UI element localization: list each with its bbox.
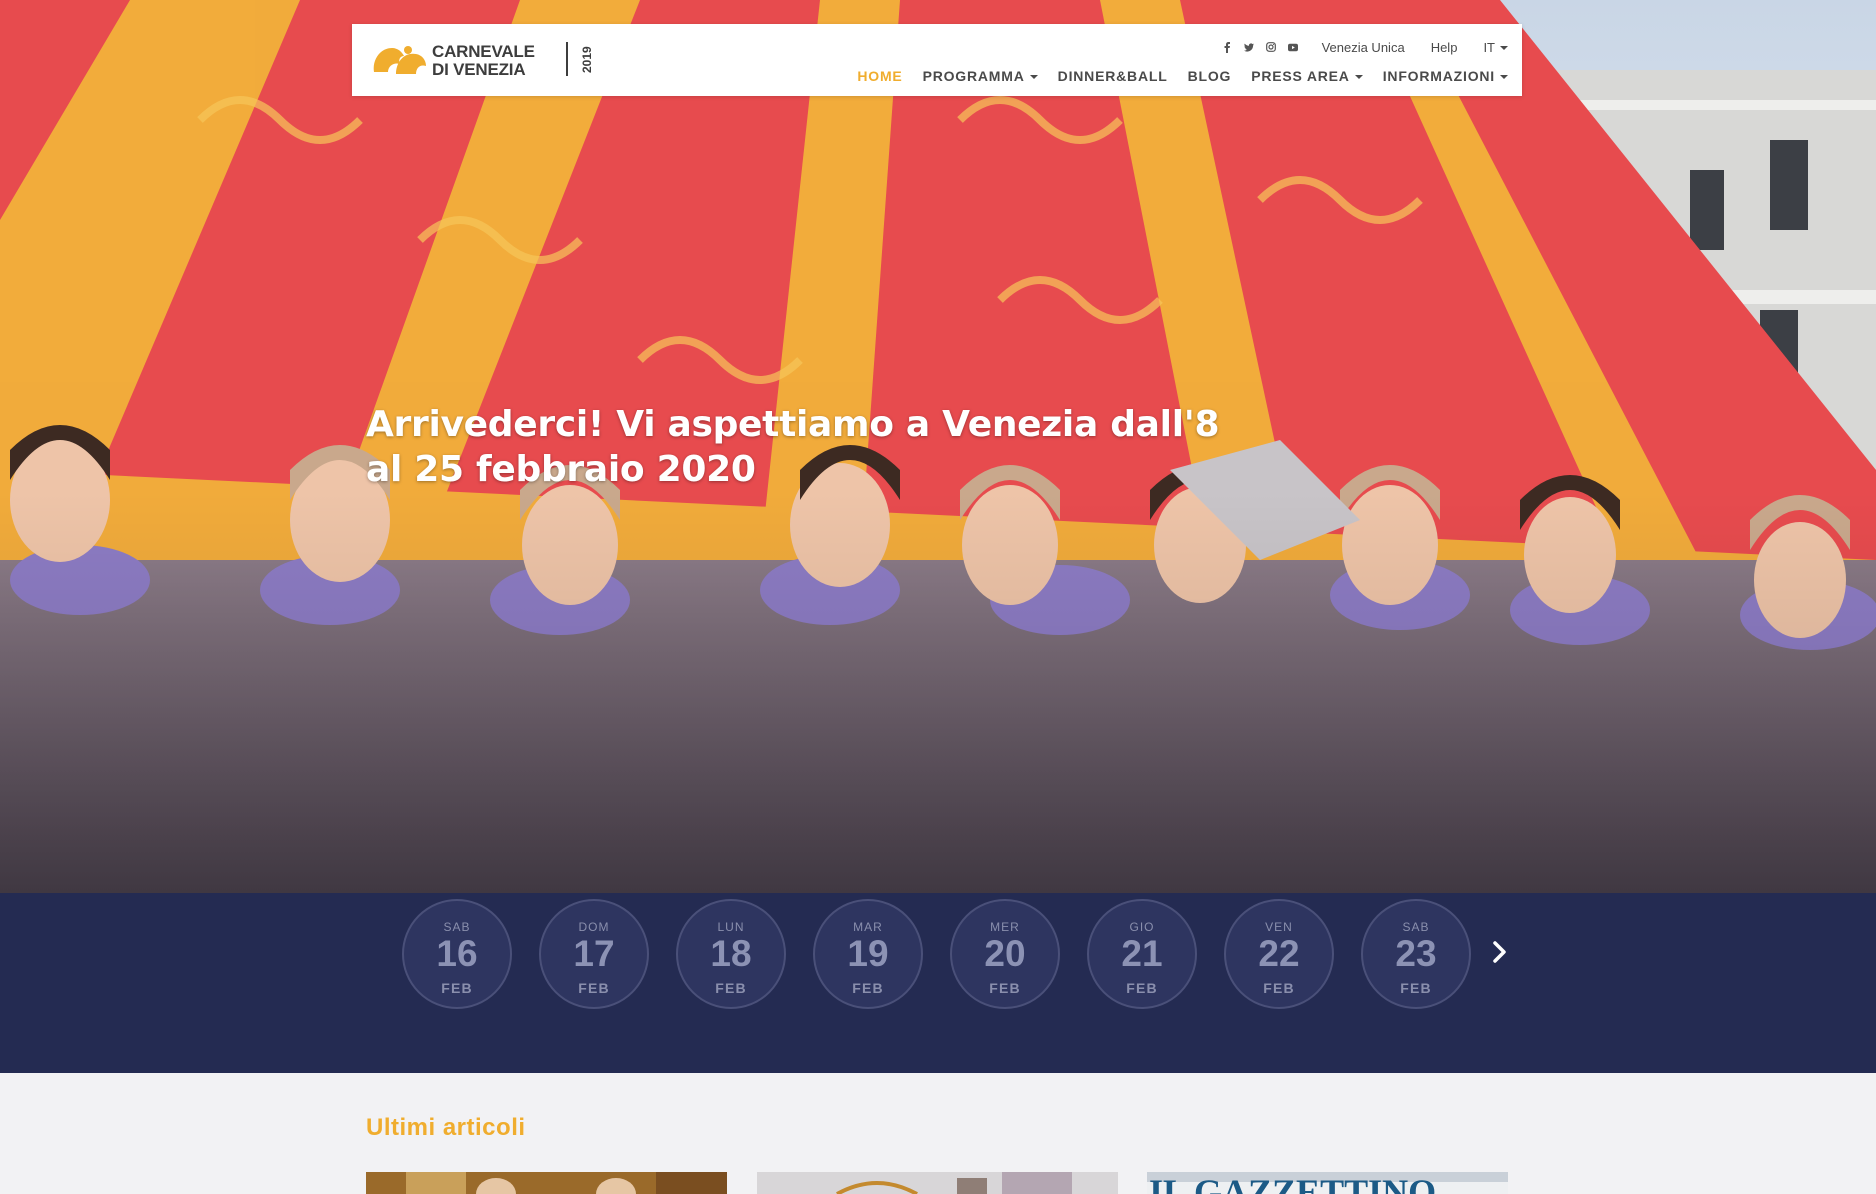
gazzettino-masthead: IL GAZZETTINO <box>1149 1172 1436 1194</box>
calendar-day[interactable]: MAR 19 FEB <box>813 899 923 1009</box>
article-card[interactable]: IL GAZZETTINO <box>1147 1172 1508 1194</box>
hero-banner: Arrivederci! Vi aspettiamo a Venezia dal… <box>0 0 1876 893</box>
calendar-day-month: FEB <box>1263 980 1295 996</box>
nav-informazioni[interactable]: INFORMAZIONI <box>1383 68 1508 84</box>
section-title-articles: Ultimi articoli <box>366 1114 526 1141</box>
calendar-day-number: 20 <box>984 933 1026 974</box>
calendar-day-number: 22 <box>1258 933 1300 974</box>
calendar-day[interactable]: SAB 23 FEB <box>1361 899 1471 1009</box>
calendar-strip: SAB 16 FEB DOM 17 FEB LUN 18 FEB MAR 19 … <box>0 893 1876 1073</box>
calendar-day-number: 23 <box>1395 933 1437 974</box>
site-logo[interactable]: CARNEVALE DI VENEZIA 2019 <box>370 38 594 84</box>
calendar-day[interactable]: MER 20 FEB <box>950 899 1060 1009</box>
facebook-icon[interactable] <box>1222 41 1232 53</box>
calendar-day[interactable]: VEN 22 FEB <box>1224 899 1334 1009</box>
nav-programma[interactable]: PROGRAMMA <box>923 68 1038 84</box>
calendar-day-weekday: LUN <box>717 920 745 934</box>
calendar-day-weekday: GIO <box>1129 920 1155 934</box>
calendar-day[interactable]: DOM 17 FEB <box>539 899 649 1009</box>
top-navbar: CARNEVALE DI VENEZIA 2019 Venezia Unica … <box>352 24 1522 96</box>
logo-year: 2019 <box>580 46 594 74</box>
help-link[interactable]: Help <box>1431 40 1458 55</box>
calendar-day-month: FEB <box>989 980 1021 996</box>
calendar-day-weekday: DOM <box>578 920 610 934</box>
logo-line-1: CARNEVALE <box>432 42 535 61</box>
calendar-day-month: FEB <box>578 980 610 996</box>
logo-line-2: DI VENEZIA <box>432 60 526 79</box>
chevron-right-icon[interactable] <box>1488 936 1512 968</box>
calendar-day-month: FEB <box>1400 980 1432 996</box>
nav-blog-label: BLOG <box>1187 68 1232 84</box>
calendar-day-weekday: VEN <box>1265 920 1293 934</box>
nav-dinner-ball-label: DINNER&BALL <box>1057 68 1168 84</box>
language-label: IT <box>1483 39 1495 55</box>
youtube-icon[interactable] <box>1287 42 1298 52</box>
nav-press-area[interactable]: PRESS AREA <box>1251 68 1363 84</box>
nav-press-area-label: PRESS AREA <box>1251 68 1350 84</box>
calendar-day-month: FEB <box>441 980 473 996</box>
chevron-down-icon <box>1500 46 1508 51</box>
lion-logo-icon <box>373 46 426 74</box>
nav-home-label: HOME <box>857 68 903 84</box>
hero-title[interactable]: Arrivederci! Vi aspettiamo a Venezia dal… <box>366 402 1266 492</box>
nav-home[interactable]: HOME <box>857 68 902 84</box>
utility-nav: Venezia Unica Help IT <box>1222 39 1508 55</box>
main-menu: HOME PROGRAMMA DINNER&BALL BLOG PRESS AR… <box>837 68 1508 84</box>
nav-blog[interactable]: BLOG <box>1188 68 1232 84</box>
calendar-day-weekday: MER <box>990 920 1020 934</box>
calendar-day-number: 17 <box>573 933 615 974</box>
logo-wordmark: CARNEVALE DI VENEZIA <box>432 43 535 79</box>
calendar-day[interactable]: LUN 18 FEB <box>676 899 786 1009</box>
twitter-icon[interactable] <box>1243 42 1254 52</box>
chevron-down-icon <box>1354 75 1363 80</box>
article-card[interactable] <box>757 1172 1118 1194</box>
nav-informazioni-label: INFORMAZIONI <box>1382 68 1495 84</box>
calendar-day-number: 21 <box>1121 933 1163 974</box>
instagram-icon[interactable] <box>1265 42 1276 52</box>
article-thumb-3: IL GAZZETTINO <box>1147 1172 1508 1194</box>
calendar-day-month: FEB <box>852 980 884 996</box>
calendar-day-month: FEB <box>715 980 747 996</box>
article-thumb-1 <box>366 1172 727 1194</box>
calendar-day-number: 19 <box>847 933 889 974</box>
nav-dinner-ball[interactable]: DINNER&BALL <box>1058 68 1168 84</box>
calendar-day-number: 16 <box>436 933 478 974</box>
chevron-down-icon <box>1500 75 1508 80</box>
chevron-down-icon <box>1029 75 1038 80</box>
language-selector[interactable]: IT <box>1483 40 1508 55</box>
calendar-day[interactable]: SAB 16 FEB <box>402 899 512 1009</box>
logo-divider <box>566 42 568 76</box>
article-card[interactable] <box>366 1172 727 1194</box>
calendar-day-weekday: MAR <box>853 920 883 934</box>
venezia-unica-link[interactable]: Venezia Unica <box>1322 40 1405 55</box>
calendar-day-month: FEB <box>1126 980 1158 996</box>
article-thumb-2 <box>757 1172 1118 1194</box>
calendar-day-number: 18 <box>710 933 752 974</box>
calendar-day[interactable]: GIO 21 FEB <box>1087 899 1197 1009</box>
calendar-day-weekday: SAB <box>1402 920 1430 934</box>
nav-programma-label: PROGRAMMA <box>922 68 1025 84</box>
calendar-day-weekday: SAB <box>443 920 471 934</box>
